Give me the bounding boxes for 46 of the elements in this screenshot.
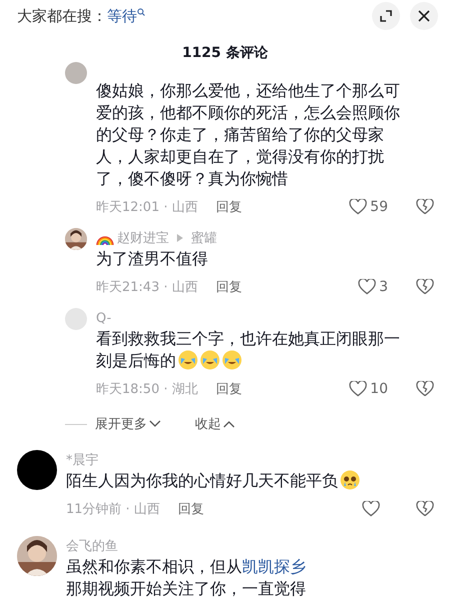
like-count: 3 xyxy=(379,279,388,295)
teary-emoji-icon xyxy=(340,470,360,490)
timestamp: 昨天12:01 · 山西 xyxy=(96,199,198,216)
comment-text: 看到救救我三个字，也许在她真正闭眼那一刻是后悔的 xyxy=(96,328,401,372)
collapse-button[interactable]: 收起 xyxy=(195,415,235,433)
like-button[interactable]: 59 xyxy=(349,199,388,215)
crying-emoji-icon xyxy=(200,350,220,370)
comment-text: 虽然和你素不相识，但从凯凯探乡 那期视频开始关注了你，一直觉得 xyxy=(66,556,307,600)
avatar[interactable] xyxy=(17,450,57,490)
heart-icon xyxy=(358,279,376,295)
like-count: 10 xyxy=(370,381,388,397)
timestamp: 昨天21:43 · 山西 xyxy=(96,279,198,296)
chevron-up-icon xyxy=(223,420,235,428)
close-icon xyxy=(418,10,430,22)
reply-button[interactable]: 回复 xyxy=(216,278,242,296)
expand-more-button[interactable]: 展开更多 xyxy=(95,415,161,433)
timestamp: 11分钟前 · 山西 xyxy=(66,501,160,518)
comment-text: 傻姑娘，你那么爱他，还给他生了个那么可爱的孩，他都不顾你的死活，怎么会照顾你的父母？你走了，痛苦留给了你的父母家人，人家却更自在了，觉得没有你的打扰了，傻不傻呀？真为你惋惜 xyxy=(96,80,401,190)
comment-text: 陌生人因为你我的心情好几天不能平负 xyxy=(66,470,434,492)
like-count: 59 xyxy=(370,199,388,215)
dislike-broken-heart-icon[interactable] xyxy=(416,501,434,517)
heart-icon xyxy=(349,381,368,397)
reply-button[interactable]: 回复 xyxy=(178,500,204,518)
dislike-broken-heart-icon[interactable] xyxy=(416,279,434,295)
search-icon[interactable] xyxy=(137,8,145,16)
link[interactable]: 凯凯探乡 xyxy=(242,557,306,576)
triangle-icon xyxy=(176,234,184,242)
reply-button[interactable]: 回复 xyxy=(216,380,242,398)
search-label: 大家都在搜： xyxy=(17,6,107,26)
chevron-down-icon xyxy=(149,420,161,428)
close-button[interactable] xyxy=(410,2,438,30)
dislike-broken-heart-icon[interactable] xyxy=(416,381,434,397)
crying-emoji-icon xyxy=(222,350,242,370)
comment-text: 为了渣男不值得 xyxy=(96,248,209,270)
like-button[interactable]: 10 xyxy=(349,381,388,397)
like-button[interactable]: 3 xyxy=(358,279,388,295)
expand-button[interactable] xyxy=(372,2,400,30)
heart-icon xyxy=(349,199,368,215)
timestamp: 昨天18:50 · 湖北 xyxy=(96,381,198,398)
search-keyword-link[interactable]: 等待 xyxy=(107,6,137,26)
dislike-broken-heart-icon[interactable] xyxy=(416,199,434,215)
reply-button[interactable]: 回复 xyxy=(216,198,242,216)
like-button[interactable] xyxy=(362,501,380,517)
crying-emoji-icon xyxy=(178,350,198,370)
expand-icon xyxy=(380,10,392,22)
comment-count-title: 1125 条评论 xyxy=(181,44,269,62)
